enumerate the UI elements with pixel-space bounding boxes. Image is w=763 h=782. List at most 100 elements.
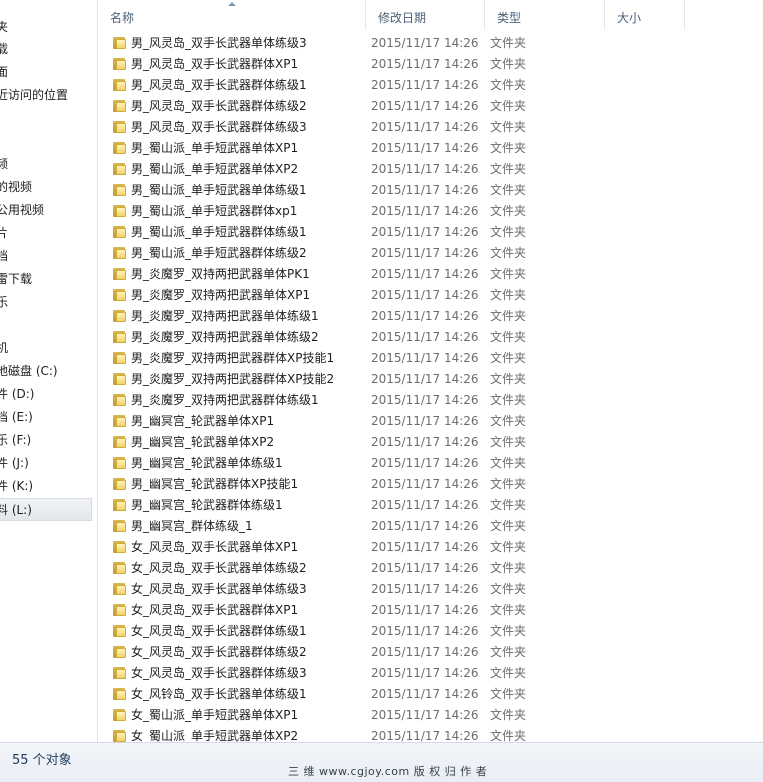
folder-icon [113, 646, 127, 658]
file-row[interactable]: 男_蜀山派_单手短武器单体XP1 2015/11/17 14:26 文件夹 [98, 138, 763, 159]
file-row[interactable]: 男_炎魔罗_双持两把武器单体XP1 2015/11/17 14:26 文件夹 [98, 285, 763, 306]
file-row[interactable]: 男_幽冥宫_轮武器群体XP技能1 2015/11/17 14:26 文件夹 [98, 474, 763, 495]
file-row[interactable]: 男_风灵岛_双手长武器群体练级3 2015/11/17 14:26 文件夹 [98, 117, 763, 138]
file-row[interactable]: 男_蜀山派_单手短武器群体xp1 2015/11/17 14:26 文件夹 [98, 201, 763, 222]
nav-item[interactable]: 的视频 [0, 176, 92, 198]
nav-item[interactable] [0, 130, 92, 152]
nav-item[interactable]: 乐 [0, 291, 92, 313]
nav-item[interactable]: 乐 (F:) [0, 429, 92, 451]
file-row[interactable]: 男_炎魔罗_双持两把武器单体练级1 2015/11/17 14:26 文件夹 [98, 306, 763, 327]
column-header-date-modified[interactable]: 修改日期 [366, 0, 485, 30]
file-name: 男_炎魔罗_双持两把武器群体练级1 [131, 393, 319, 407]
file-row[interactable]: 男_炎魔罗_双持两把武器群体XP技能2 2015/11/17 14:26 文件夹 [98, 369, 763, 390]
nav-item[interactable]: 公用视频 [0, 199, 92, 221]
file-row[interactable]: 男_幽冥宫_群体练级_1 2015/11/17 14:26 文件夹 [98, 516, 763, 537]
file-type: 文件夹 [490, 57, 527, 71]
file-row[interactable]: 女_风铃岛_双手长武器单体练级1 2015/11/17 14:26 文件夹 [98, 684, 763, 705]
file-name: 男_蜀山派_单手短武器群体练级2 [131, 246, 307, 260]
file-row[interactable]: 男_炎魔罗_双持两把武器群体练级1 2015/11/17 14:26 文件夹 [98, 390, 763, 411]
file-row[interactable]: 男_幽冥宫_轮武器单体练级1 2015/11/17 14:26 文件夹 [98, 453, 763, 474]
file-row[interactable]: 女_蜀山派_单手短武器单体XP1 2015/11/17 14:26 文件夹 [98, 705, 763, 726]
file-row[interactable]: 男_风灵岛_双手长武器群体练级1 2015/11/17 14:26 文件夹 [98, 75, 763, 96]
file-date-modified: 2015/11/17 14:26 [371, 288, 479, 302]
file-row[interactable]: 女_风灵岛_双手长武器群体练级1 2015/11/17 14:26 文件夹 [98, 621, 763, 642]
nav-item[interactable] [0, 107, 92, 129]
folder-icon [113, 58, 127, 70]
watermark-text: 三 维 www.cgjoy.com 版 权 归 作 者 [288, 765, 488, 778]
folder-icon [113, 667, 127, 679]
file-row[interactable]: 男_蜀山派_单手短武器单体练级1 2015/11/17 14:26 文件夹 [98, 180, 763, 201]
file-type: 文件夹 [490, 267, 527, 281]
folder-icon [113, 625, 127, 637]
file-row[interactable]: 女_风灵岛_双手长武器群体练级2 2015/11/17 14:26 文件夹 [98, 642, 763, 663]
nav-item-label: 料 (L:) [0, 503, 32, 517]
column-header-size[interactable]: 大小 [605, 0, 685, 30]
nav-item[interactable]: 地磁盘 (C:) [0, 360, 92, 382]
file-type: 文件夹 [490, 498, 527, 512]
nav-item[interactable]: 机 [0, 337, 92, 359]
file-row[interactable]: 女_风灵岛_双手长武器单体XP1 2015/11/17 14:26 文件夹 [98, 537, 763, 558]
file-type: 文件夹 [490, 540, 527, 554]
nav-item-label: 公用视频 [0, 203, 45, 217]
file-row[interactable]: 女_风灵岛_双手长武器单体练级3 2015/11/17 14:26 文件夹 [98, 579, 763, 600]
file-date-modified: 2015/11/17 14:26 [371, 477, 479, 491]
nav-item[interactable]: 档 (E:) [0, 406, 92, 428]
file-date-modified: 2015/11/17 14:26 [371, 246, 479, 260]
folder-icon [113, 520, 127, 532]
folder-icon [113, 184, 127, 196]
file-date-modified: 2015/11/17 14:26 [371, 666, 479, 680]
file-row[interactable]: 男_幽冥宫_轮武器单体XP1 2015/11/17 14:26 文件夹 [98, 411, 763, 432]
file-row[interactable]: 男_蜀山派_单手短武器群体练级2 2015/11/17 14:26 文件夹 [98, 243, 763, 264]
file-date-modified: 2015/11/17 14:26 [371, 99, 479, 113]
folder-icon [113, 415, 127, 427]
folder-icon [113, 352, 127, 364]
file-date-modified: 2015/11/17 14:26 [371, 456, 479, 470]
nav-item[interactable]: 夹 [0, 16, 92, 38]
nav-item[interactable]: 雷下载 [0, 268, 92, 290]
nav-item[interactable]: 件 (K:) [0, 475, 92, 497]
nav-item[interactable]: 档 [0, 245, 92, 267]
file-row[interactable]: 男_炎魔罗_双持两把武器单体PK1 2015/11/17 14:26 文件夹 [98, 264, 763, 285]
file-name: 男_幽冥宫_轮武器单体练级1 [131, 456, 283, 470]
nav-item[interactable]: 件 (D:) [0, 383, 92, 405]
file-row[interactable]: 男_幽冥宫_轮武器单体XP2 2015/11/17 14:26 文件夹 [98, 432, 763, 453]
file-name: 女_风灵岛_双手长武器单体练级3 [131, 582, 307, 596]
file-row[interactable]: 女_风灵岛_双手长武器群体XP1 2015/11/17 14:26 文件夹 [98, 600, 763, 621]
file-row[interactable]: 女_蜀山派_单手短武器单体XP2 2015/11/17 14:26 文件夹 [98, 726, 763, 742]
file-type: 文件夹 [490, 141, 527, 155]
folder-icon [113, 289, 127, 301]
file-row[interactable]: 男_幽冥宫_轮武器群体练级1 2015/11/17 14:26 文件夹 [98, 495, 763, 516]
file-row[interactable]: 男_蜀山派_单手短武器单体XP2 2015/11/17 14:26 文件夹 [98, 159, 763, 180]
file-type: 文件夹 [490, 183, 527, 197]
file-type: 文件夹 [490, 225, 527, 239]
file-row[interactable]: 女_风灵岛_双手长武器群体练级3 2015/11/17 14:26 文件夹 [98, 663, 763, 684]
file-row[interactable]: 男_蜀山派_单手短武器群体练级1 2015/11/17 14:26 文件夹 [98, 222, 763, 243]
nav-item[interactable]: 频 [0, 153, 92, 175]
file-row[interactable]: 男_风灵岛_双手长武器群体XP1 2015/11/17 14:26 文件夹 [98, 54, 763, 75]
file-row[interactable]: 男_风灵岛_双手长武器群体练级2 2015/11/17 14:26 文件夹 [98, 96, 763, 117]
column-header-name[interactable]: 名称 [98, 0, 366, 30]
file-date-modified: 2015/11/17 14:26 [371, 57, 479, 71]
nav-item[interactable]: 近访问的位置 [0, 84, 92, 106]
folder-icon [113, 79, 127, 91]
nav-item[interactable]: 载 [0, 38, 92, 60]
nav-item[interactable]: 件 (J:) [0, 452, 92, 474]
file-date-modified: 2015/11/17 14:26 [371, 435, 479, 449]
file-name: 男_炎魔罗_双持两把武器单体练级1 [131, 309, 319, 323]
file-type: 文件夹 [490, 666, 527, 680]
folder-icon [113, 247, 127, 259]
nav-item[interactable]: 料 (L:) [0, 498, 92, 521]
column-header-type[interactable]: 类型 [485, 0, 605, 30]
file-name: 女_风灵岛_双手长武器单体XP1 [131, 540, 299, 554]
file-row[interactable]: 男_炎魔罗_双持两把武器群体XP技能1 2015/11/17 14:26 文件夹 [98, 348, 763, 369]
nav-item[interactable]: 片 [0, 222, 92, 244]
file-row[interactable]: 男_风灵岛_双手长武器单体练级3 2015/11/17 14:26 文件夹 [98, 33, 763, 54]
file-row[interactable]: 男_炎魔罗_双持两把武器单体练级2 2015/11/17 14:26 文件夹 [98, 327, 763, 348]
file-date-modified: 2015/11/17 14:26 [371, 624, 479, 638]
file-row[interactable]: 女_风灵岛_双手长武器单体练级2 2015/11/17 14:26 文件夹 [98, 558, 763, 579]
file-name: 男_炎魔罗_双持两把武器单体练级2 [131, 330, 319, 344]
nav-item[interactable]: 面 [0, 61, 92, 83]
nav-item[interactable] [0, 314, 92, 336]
file-date-modified: 2015/11/17 14:26 [371, 225, 479, 239]
file-name: 男_风灵岛_双手长武器群体练级1 [131, 78, 307, 92]
